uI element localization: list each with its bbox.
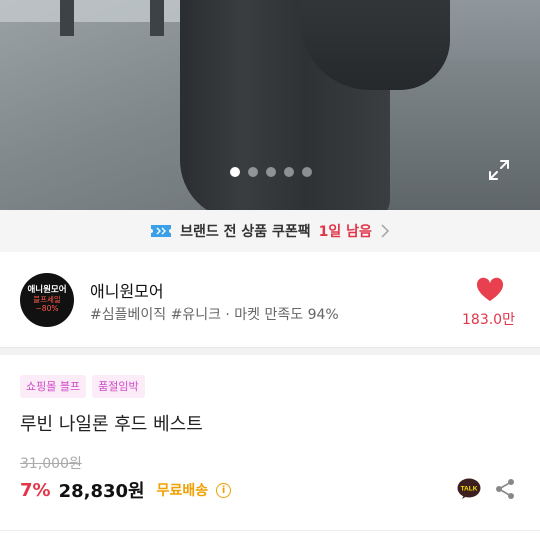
carousel-dot[interactable] bbox=[266, 167, 276, 177]
badge: 품절임박 bbox=[92, 375, 145, 398]
heart-icon[interactable] bbox=[476, 277, 504, 302]
shop-info[interactable]: 애니원모어 블프세일 ~80% 애니원모어 #심플베이직 #유니크 · 마켓 만… bbox=[0, 252, 540, 347]
product-name: 루빈 나일론 후드 베스트 bbox=[20, 414, 203, 435]
photo-railing bbox=[0, 0, 210, 22]
logo-sale-percent: ~80% bbox=[35, 303, 59, 313]
price-row: 7% 28,830원 무료배송 i bbox=[20, 477, 232, 503]
info-icon[interactable]: i bbox=[216, 482, 232, 498]
like-count: 183.0만 bbox=[462, 312, 515, 328]
carousel-dot[interactable] bbox=[230, 167, 240, 177]
shop-logo[interactable]: 애니원모어 블프세일 ~80% bbox=[20, 273, 74, 327]
coupon-banner[interactable]: 브랜드 전 상품 쿠폰팩 1일 남음 bbox=[0, 210, 540, 252]
carousel-dot[interactable] bbox=[302, 167, 312, 177]
free-shipping-label: 무료배송 bbox=[156, 483, 209, 499]
photo-post bbox=[60, 0, 74, 36]
shop-name[interactable]: 애니원모어 bbox=[90, 278, 164, 302]
section-divider bbox=[0, 347, 540, 355]
original-price: 31,000원 bbox=[20, 456, 82, 472]
discount-rate: 7% bbox=[20, 479, 51, 501]
product-badges: 쇼핑몰 블프 품절임박 bbox=[20, 375, 145, 398]
expand-icon[interactable] bbox=[487, 158, 511, 182]
share-icon[interactable] bbox=[494, 478, 516, 500]
ticket-icon bbox=[151, 225, 172, 237]
bottom-divider bbox=[0, 530, 540, 531]
carousel-dot[interactable] bbox=[248, 167, 258, 177]
photo-post bbox=[150, 0, 164, 36]
photo-background bbox=[0, 0, 200, 210]
badge: 쇼핑몰 블프 bbox=[20, 375, 87, 398]
shop-tags: #심플베이직 #유니크 · 마켓 만족도 94% bbox=[90, 307, 339, 323]
svg-text:TALK: TALK bbox=[461, 486, 478, 493]
product-image-carousel[interactable] bbox=[0, 0, 540, 210]
sale-price: 28,830원 bbox=[58, 481, 145, 502]
chevron-right-icon bbox=[381, 224, 390, 238]
coupon-label: 브랜드 전 상품 쿠폰팩 bbox=[180, 224, 311, 240]
carousel-dot[interactable] bbox=[284, 167, 294, 177]
carousel-indicator bbox=[230, 167, 312, 177]
coupon-remaining: 1일 남음 bbox=[318, 224, 372, 240]
kakaotalk-icon[interactable]: TALK bbox=[457, 478, 481, 500]
